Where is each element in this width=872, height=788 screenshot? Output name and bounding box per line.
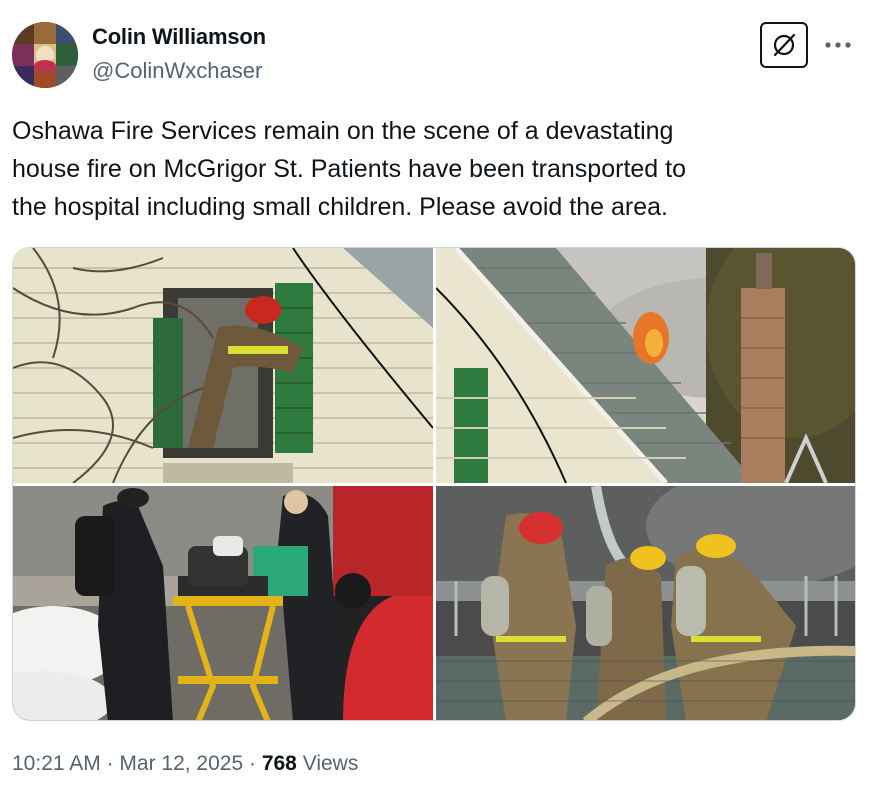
avatar[interactable] [12, 22, 78, 88]
author-handle[interactable]: @ColinWxchaser [92, 58, 262, 84]
tweet-metadata: 10:21 AM · Mar 12, 2025 · 768 Views [12, 752, 358, 776]
firefighter-at-window-photo[interactable] [13, 248, 433, 483]
views-count: 768 [261, 752, 297, 775]
media-grid [12, 247, 856, 721]
paramedics-stretcher-photo[interactable] [13, 486, 433, 720]
meta-separator: · [100, 752, 120, 775]
tweet-text: Oshawa Fire Services remain on the scene… [12, 117, 686, 221]
more-options-button[interactable] [818, 30, 858, 60]
tweet-time[interactable]: 10:21 AM [12, 752, 101, 775]
smoking-roof-photo[interactable] [436, 248, 855, 483]
firefighters-hose-photo[interactable] [436, 486, 855, 720]
author-name[interactable]: Colin Williamson [92, 24, 266, 50]
avatar-collage-image [12, 22, 78, 88]
views-label: Views [296, 752, 359, 775]
grok-button[interactable] [760, 22, 808, 68]
more-horizontal-icon [825, 42, 851, 48]
grok-icon [773, 33, 796, 57]
meta-separator: · [243, 752, 262, 775]
tweet-date[interactable]: Mar 12, 2025 [119, 752, 243, 775]
